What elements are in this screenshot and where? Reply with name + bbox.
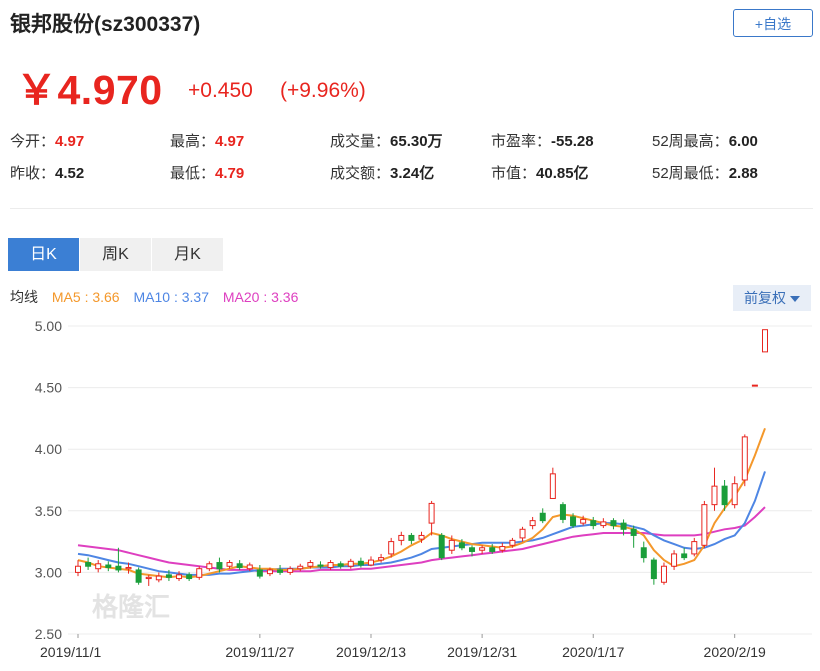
candle-body [741,436,748,481]
candle-body [85,562,92,567]
candle-body [529,520,536,527]
candle-body [499,546,506,551]
y-tick-label: 2.50 [35,626,62,642]
candle-body [559,504,566,520]
y-tick-label: 5.00 [35,318,62,334]
candle-body [145,576,152,580]
candle-body [580,518,587,524]
candle-body [357,560,364,566]
candle-body [590,520,597,527]
candle-body [721,485,728,506]
candle-body [327,562,334,568]
candle-body [751,384,758,387]
candle-body [266,569,273,575]
candle-body [681,553,688,559]
candle-body [660,565,667,583]
candle-body [408,534,415,541]
y-tick-label: 3.50 [35,503,62,519]
candle-body [509,539,516,546]
candle-body [428,502,435,524]
candle-body [226,562,233,567]
watermark-logo: 格隆汇 [92,592,170,623]
candle-body [701,504,708,546]
candle-body [135,569,142,583]
candle-body [539,512,546,522]
x-tick-label: 2019/11/27 [225,644,294,660]
candle-body [691,541,698,555]
x-tick-label: 2020/1/17 [562,644,624,660]
candle-body [236,563,243,568]
candle-body [347,560,354,567]
candle-body [479,547,486,551]
candle-body [95,563,102,570]
candle-body [570,516,577,527]
candle-body [489,547,496,552]
y-tick-label: 4.00 [35,441,62,457]
candle-body [398,534,405,541]
candle-body [367,559,374,566]
candle-body [438,534,445,559]
candle-body [256,569,263,577]
candle-body [600,521,607,527]
candle-body [155,575,162,581]
candle-body [176,574,183,580]
candle-body [388,541,395,555]
candle-body [287,568,294,573]
candle-body [418,534,425,540]
candle-body [620,522,627,530]
candle-body [206,563,213,570]
candle-body [671,553,678,567]
candle-body [105,564,112,568]
candle-body [469,547,476,552]
candle-body [246,564,253,570]
x-tick-label: 2019/12/13 [336,644,406,660]
y-tick-label: 4.50 [35,380,62,396]
candle-body [640,547,647,559]
candle-body [165,574,172,578]
x-tick-label: 2019/12/31 [447,644,517,660]
candle-body [519,528,526,539]
x-tick-label: 2020/2/19 [704,644,766,660]
candle-body [458,542,465,549]
candle-body [762,329,768,353]
candle-body [650,559,657,580]
candle-body [731,483,738,506]
candle-body [549,473,556,499]
candle-body [75,565,81,573]
candle-body [196,568,203,578]
candle-body [216,562,223,570]
kline-chart[interactable]: 5.00 4.50 4.00 3.50 3.00 2.50 2019/11/1 2019/11… [0,0,820,671]
candle-body [630,528,637,536]
candle-body [337,563,344,567]
candle-body [125,566,132,570]
candle-body [297,565,304,570]
candle-body [277,569,284,573]
candle-body [448,539,455,551]
candle-body [307,562,314,567]
y-tick-label: 3.00 [35,564,62,580]
candle-body [610,520,617,527]
x-tick-label: 2019/11/1 [40,644,101,660]
candle-body [317,564,324,567]
candle-body [115,565,122,571]
candle-body [711,485,718,506]
candle-body [378,557,385,561]
candle-body [186,574,193,580]
